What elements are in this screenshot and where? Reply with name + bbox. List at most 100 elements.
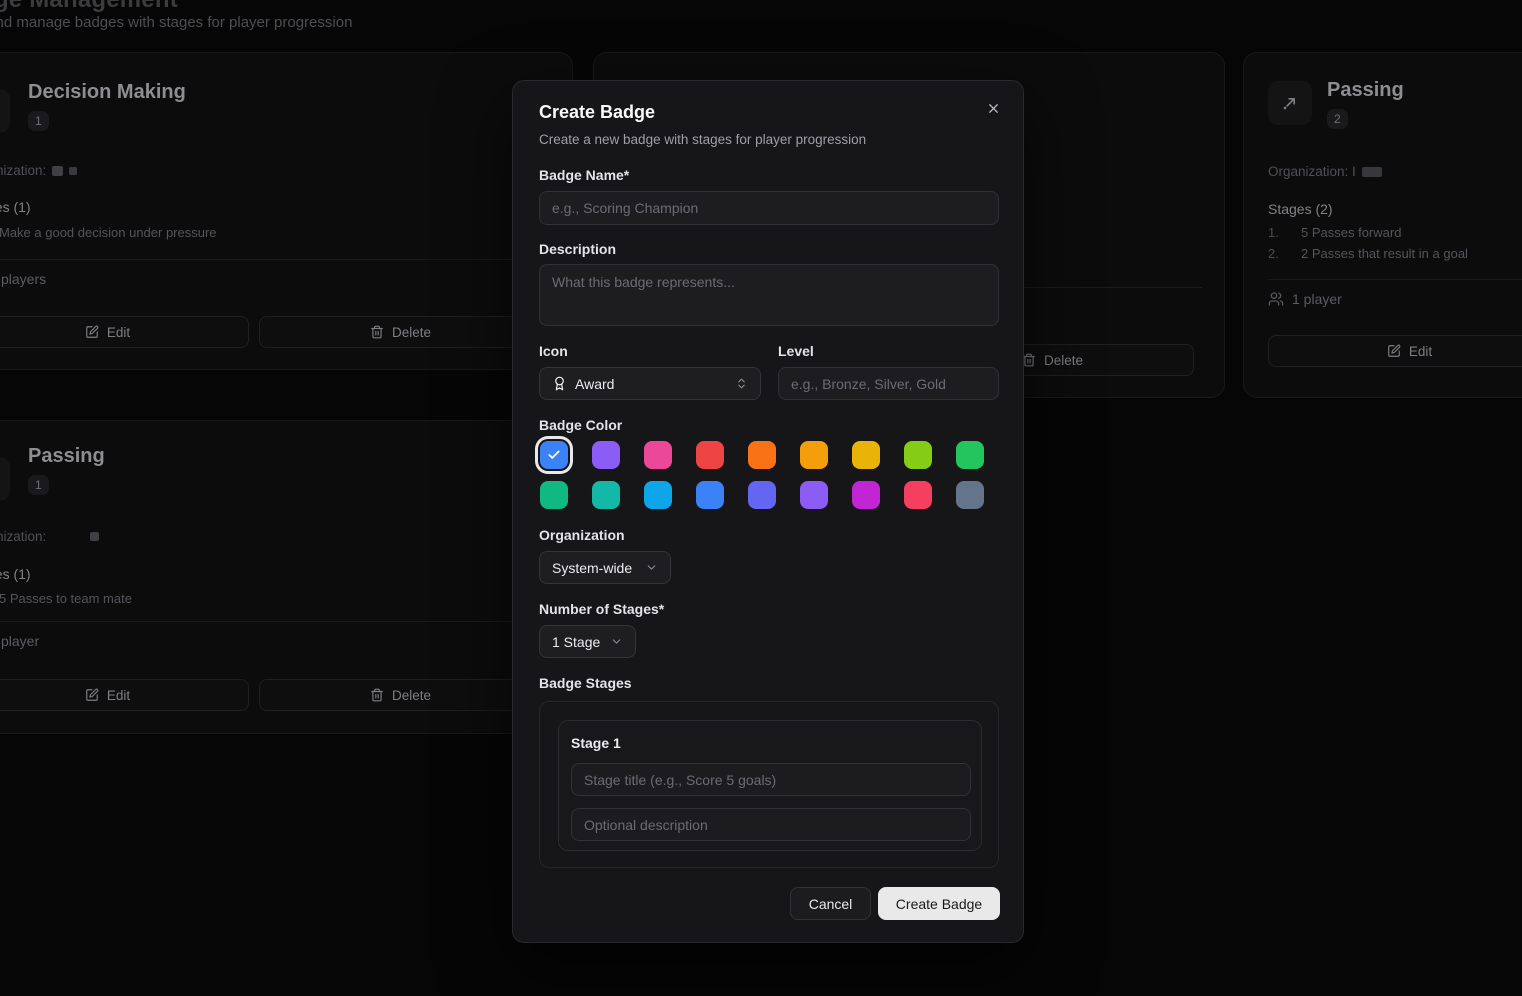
stage-1-card: Stage 1 [558, 720, 982, 851]
players-count: player [1, 633, 39, 649]
chevron-down-icon [645, 561, 658, 574]
redacted-org-name [69, 167, 77, 175]
badge-color-swatch[interactable] [800, 481, 828, 509]
page-subtitle: Create and manage badges with stages for… [0, 14, 352, 31]
redacted-org-name [90, 532, 99, 541]
badge-color-swatch[interactable] [696, 481, 724, 509]
edit-pencil-icon [85, 325, 99, 339]
edit-button-label: Edit [107, 688, 130, 703]
redacted-org-name [1362, 167, 1382, 177]
stage-list-item: 1. 5 Passes forward [1268, 225, 1522, 240]
stages-label: Stages (1) [0, 566, 31, 582]
badge-color-picker [540, 441, 984, 509]
badge-color-swatch[interactable] [956, 481, 984, 509]
cancel-button[interactable]: Cancel [790, 887, 871, 920]
players-count: players [1, 271, 46, 287]
trash-icon [370, 325, 384, 339]
players-row: 1 player [1268, 291, 1342, 307]
badge-color-swatch[interactable] [904, 441, 932, 469]
badge-card-decision-making: Decision Making 1 Organization: Stages (… [0, 52, 573, 370]
stage-count-badge: 2 [1327, 109, 1348, 129]
card-title: Decision Making [28, 81, 186, 104]
badge-color-swatch[interactable] [540, 481, 568, 509]
close-icon[interactable] [986, 101, 1001, 116]
organization-select-value: System-wide [552, 560, 632, 576]
organization-label: Organization: I [1268, 164, 1356, 179]
stage-list-item: 1. 5 Passes to team mate [0, 591, 526, 606]
badge-icon-tile [1268, 81, 1312, 125]
stage-1-title: Stage 1 [571, 735, 621, 751]
badge-icon-tile [0, 89, 10, 133]
edit-button-label: Edit [107, 325, 130, 340]
card-title: Passing [28, 445, 105, 468]
delete-button-label: Delete [1044, 353, 1083, 368]
chevron-down-icon [610, 635, 623, 648]
chevrons-up-down-icon [735, 377, 748, 390]
badge-color-swatch[interactable] [592, 441, 620, 469]
description-textarea[interactable] [539, 264, 999, 326]
delete-button-label: Delete [392, 325, 431, 340]
delete-button[interactable]: Delete [259, 679, 542, 711]
stage-list-item: 2. 2 Passes that result in a goal [1268, 246, 1522, 261]
badge-color-swatch[interactable] [696, 441, 724, 469]
stage-text: 5 Passes forward [1301, 225, 1401, 240]
badge-card-passing-left: Passing 1 Organization: Stages (1) 1. 5 … [0, 420, 573, 734]
create-badge-button[interactable]: Create Badge [878, 887, 1000, 920]
icon-select[interactable]: Award [539, 367, 761, 400]
stage-count-badge: 1 [28, 111, 49, 131]
badge-color-swatch[interactable] [748, 481, 776, 509]
edit-pencil-icon [85, 688, 99, 702]
badge-icon-tile [0, 457, 10, 501]
dialog-subtitle: Create a new badge with stages for playe… [539, 132, 866, 147]
create-badge-dialog: Create Badge Create a new badge with sta… [512, 80, 1024, 943]
stage-number: 1. [1268, 225, 1301, 240]
card-title: Passing [1327, 79, 1404, 102]
icon-label: Icon [539, 343, 568, 359]
delete-button[interactable]: Delete [259, 316, 542, 348]
stages-label: Stages (1) [0, 199, 31, 215]
badge-name-input[interactable] [539, 191, 999, 225]
organization-row: Organization: [0, 529, 99, 544]
badge-color-label: Badge Color [539, 417, 622, 433]
badge-color-swatch[interactable] [852, 481, 880, 509]
divider [1268, 279, 1522, 280]
organization-row: Organization: [0, 163, 77, 178]
stage-count-badge: 1 [28, 475, 49, 495]
organization-label: Organization: [0, 529, 46, 544]
divider [0, 259, 550, 260]
stage-title-input[interactable] [571, 763, 971, 796]
badge-color-swatch[interactable] [904, 481, 932, 509]
stage-text: 2 Passes that result in a goal [1301, 246, 1468, 261]
stage-description-input[interactable] [571, 808, 971, 841]
edit-button-label: Edit [1409, 344, 1432, 359]
badge-color-swatch-selected[interactable] [540, 441, 568, 469]
edit-button[interactable]: Edit [1268, 335, 1522, 367]
stage-text: Make a good decision under pressure [0, 225, 217, 240]
number-of-stages-label: Number of Stages* [539, 601, 664, 617]
badge-stages-container: Stage 1 [539, 701, 999, 868]
badge-color-swatch[interactable] [800, 441, 828, 469]
badge-color-swatch[interactable] [644, 441, 672, 469]
edit-pencil-icon [1387, 344, 1401, 358]
edit-button[interactable]: Edit [0, 679, 249, 711]
edit-button[interactable]: Edit [0, 316, 249, 348]
badge-color-swatch[interactable] [956, 441, 984, 469]
dialog-title: Create Badge [539, 102, 655, 123]
organization-select[interactable]: System-wide [539, 551, 671, 584]
arrow-up-right-icon [1280, 93, 1300, 113]
badge-color-swatch[interactable] [748, 441, 776, 469]
players-count: 1 player [1292, 291, 1342, 307]
icon-select-value: Award [575, 376, 614, 392]
stage-text: 5 Passes to team mate [0, 591, 132, 606]
delete-button-label: Delete [392, 688, 431, 703]
description-label: Description [539, 241, 616, 257]
badge-name-label: Badge Name* [539, 167, 629, 183]
badge-color-swatch[interactable] [644, 481, 672, 509]
level-input[interactable] [778, 367, 999, 400]
badge-color-swatch[interactable] [852, 441, 880, 469]
badge-color-swatch[interactable] [592, 481, 620, 509]
number-of-stages-select[interactable]: 1 Stage [539, 625, 636, 658]
stages-label: Stages (2) [1268, 201, 1333, 217]
users-icon [1268, 291, 1284, 307]
stage-number: 2. [1268, 246, 1301, 261]
